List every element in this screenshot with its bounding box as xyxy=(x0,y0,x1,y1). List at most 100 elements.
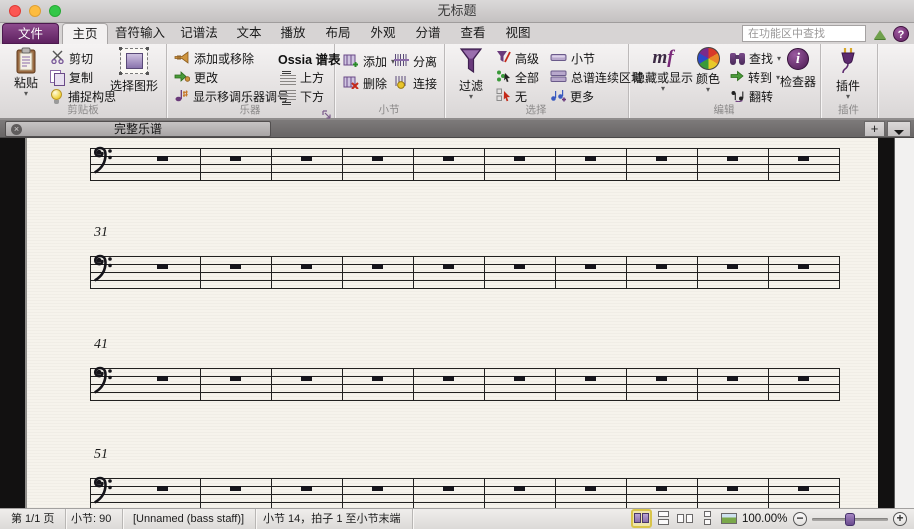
paste-button[interactable]: 粘贴 ▾ xyxy=(6,47,46,98)
whole-bar-rest[interactable] xyxy=(798,376,809,381)
ossia-above-button[interactable]: 上方 xyxy=(280,69,324,86)
zoom-slider-thumb[interactable] xyxy=(845,513,855,526)
whole-bar-rest[interactable] xyxy=(585,486,596,491)
whole-bar-rest[interactable] xyxy=(585,376,596,381)
zoom-in-button[interactable]: + xyxy=(893,512,907,526)
delete-bar-button[interactable]: 删除 xyxy=(343,75,387,92)
whole-bar-rest[interactable] xyxy=(230,486,241,491)
whole-bar-rest[interactable] xyxy=(372,376,383,381)
whole-bar-rest[interactable] xyxy=(514,264,525,269)
whole-bar-rest[interactable] xyxy=(727,486,738,491)
whole-bar-rest[interactable] xyxy=(372,486,383,491)
bar-number: 41 xyxy=(94,337,108,352)
whole-bar-rest[interactable] xyxy=(727,376,738,381)
tab-9[interactable]: 查看 xyxy=(452,23,494,44)
select-graphic-button[interactable]: 选择图形 xyxy=(106,47,162,94)
zoom-out-button[interactable]: − xyxy=(793,512,807,526)
whole-bar-rest[interactable] xyxy=(443,376,454,381)
tab-5[interactable]: 播放 xyxy=(272,23,314,44)
split-bar-button[interactable]: 分离 xyxy=(394,53,437,70)
whole-bar-rest[interactable] xyxy=(656,486,667,491)
tab-3[interactable]: 记谱法 xyxy=(172,23,226,44)
whole-bar-rest[interactable] xyxy=(656,264,667,269)
collapse-ribbon-icon[interactable] xyxy=(874,30,886,39)
whole-bar-rest[interactable] xyxy=(372,156,383,161)
join-bar-button[interactable]: 连接 xyxy=(394,75,437,92)
copy-button[interactable]: 复制 xyxy=(50,69,93,86)
tab-6[interactable]: 布局 xyxy=(317,23,359,44)
whole-bar-rest[interactable] xyxy=(301,264,312,269)
help-icon[interactable]: ? xyxy=(893,26,909,42)
new-tab-button[interactable]: + xyxy=(864,121,885,137)
inspector-button[interactable]: i 检查器 xyxy=(778,48,818,90)
advanced-filter-button[interactable]: 高级 xyxy=(496,50,539,67)
tab-8[interactable]: 分谱 xyxy=(407,23,449,44)
tab-1[interactable]: 主页 xyxy=(62,23,108,44)
whole-bar-rest[interactable] xyxy=(656,376,667,381)
whole-bar-rest[interactable] xyxy=(585,264,596,269)
score-page[interactable]: 31 41 51 xyxy=(25,138,878,508)
hide-show-button[interactable]: mf 隐藏或显示 ▾ xyxy=(632,47,694,93)
whole-bar-rest[interactable] xyxy=(798,264,809,269)
staff-system-3[interactable]: 41 xyxy=(90,337,840,401)
view-spreads-vertical-button[interactable] xyxy=(655,511,672,526)
group-label-instruments: 乐器 xyxy=(239,104,261,116)
score-canvas[interactable]: 31 41 51 xyxy=(0,138,914,508)
whole-bar-rest[interactable] xyxy=(727,264,738,269)
view-panorama-button[interactable] xyxy=(721,511,738,526)
whole-bar-rest[interactable] xyxy=(156,486,168,491)
whole-bar-rest[interactable] xyxy=(372,264,383,269)
barline xyxy=(413,368,414,401)
whole-bar-rest[interactable] xyxy=(230,156,241,161)
whole-bar-rest[interactable] xyxy=(443,156,454,161)
staff-system-1[interactable] xyxy=(90,146,840,181)
staff-system-2[interactable]: 31 xyxy=(90,225,840,289)
find-button[interactable]: 查找 ▾ xyxy=(730,50,781,67)
select-all-button[interactable]: 全部 xyxy=(496,69,539,86)
staff-line xyxy=(90,256,839,257)
select-bars-button[interactable]: 小节 xyxy=(550,50,595,67)
whole-bar-rest[interactable] xyxy=(156,156,168,161)
goto-button[interactable]: 转到 ▾ xyxy=(730,69,780,86)
cut-button[interactable]: 剪切 xyxy=(50,50,93,67)
tab-2[interactable]: 音符输入 xyxy=(110,23,170,44)
add-remove-instruments-button[interactable]: 添加或移除 xyxy=(174,50,254,67)
plugins-button[interactable]: 插件 ▾ xyxy=(830,47,866,101)
whole-bar-rest[interactable] xyxy=(514,376,525,381)
filter-button[interactable]: 过滤 ▾ xyxy=(452,47,490,101)
whole-bar-rest[interactable] xyxy=(656,156,667,161)
whole-bar-rest[interactable] xyxy=(727,156,738,161)
search-input[interactable] xyxy=(742,25,866,42)
whole-bar-rest[interactable] xyxy=(156,264,168,269)
color-button[interactable]: 颜色 ▾ xyxy=(690,47,726,94)
whole-bar-rest[interactable] xyxy=(156,376,168,381)
tab-10[interactable]: 视图 xyxy=(497,23,539,44)
whole-bar-rest[interactable] xyxy=(514,156,525,161)
whole-bar-rest[interactable] xyxy=(514,486,525,491)
view-pages-horizontal-button[interactable] xyxy=(677,511,694,526)
zoom-slider[interactable] xyxy=(812,513,888,526)
whole-bar-rest[interactable] xyxy=(443,486,454,491)
whole-bar-rest[interactable] xyxy=(230,376,241,381)
barline xyxy=(768,148,769,181)
staff-system-4[interactable]: 51 xyxy=(90,447,840,508)
tab-7[interactable]: 外观 xyxy=(362,23,404,44)
change-instrument-button[interactable]: 更改 xyxy=(174,69,218,86)
delete-bar-icon xyxy=(343,75,359,92)
view-spreads-horizontal-button[interactable] xyxy=(631,509,652,528)
whole-bar-rest[interactable] xyxy=(585,156,596,161)
tab-file[interactable]: 文件 xyxy=(2,23,59,44)
view-pages-vertical-button[interactable] xyxy=(699,511,716,526)
whole-bar-rest[interactable] xyxy=(798,486,809,491)
whole-bar-rest[interactable] xyxy=(443,264,454,269)
advanced-filter-label: 高级 xyxy=(515,52,540,66)
add-bar-button[interactable]: 添加 ▾ xyxy=(343,53,395,70)
tab-4[interactable]: 文本 xyxy=(228,23,270,44)
whole-bar-rest[interactable] xyxy=(301,376,312,381)
whole-bar-rest[interactable] xyxy=(301,486,312,491)
tab-menu-button[interactable] xyxy=(887,121,911,137)
whole-bar-rest[interactable] xyxy=(301,156,312,161)
whole-bar-rest[interactable] xyxy=(798,156,809,161)
whole-bar-rest[interactable] xyxy=(230,264,241,269)
document-tab-full-score[interactable]: × 完整乐谱 xyxy=(5,121,271,137)
